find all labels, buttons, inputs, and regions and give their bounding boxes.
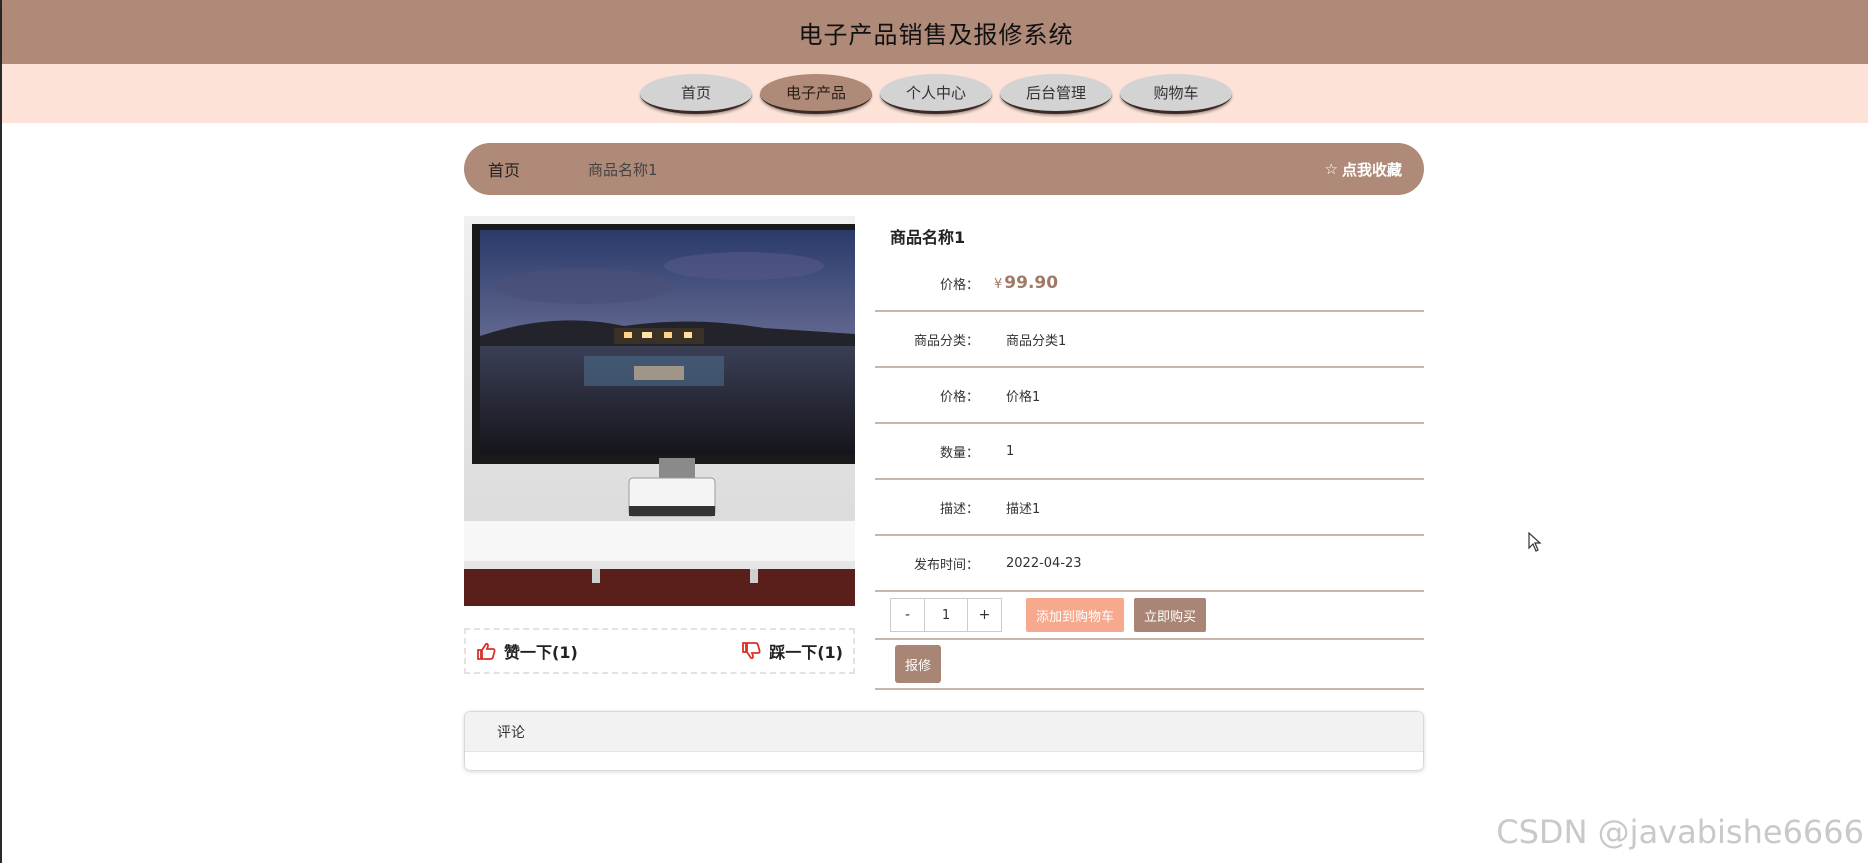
nav-item-personal-center[interactable]: 个人中心	[880, 73, 992, 114]
breadcrumb-current: 商品名称1	[588, 160, 658, 179]
decrement-button[interactable]: -	[891, 599, 924, 631]
quantity-stepper: - 1 +	[890, 598, 1002, 632]
detail-row-quantity: 数量： 1	[875, 424, 1424, 480]
price-currency: ¥	[994, 277, 1003, 292]
app-title: 电子产品销售及报修系统	[798, 20, 1074, 49]
nav-item-home[interactable]: 首页	[640, 73, 752, 114]
nav-item-products[interactable]: 电子产品	[760, 73, 872, 114]
tv-photo	[464, 216, 855, 606]
detail-value: 1	[1006, 443, 1015, 459]
breadcrumb: 首页 商品名称1 ☆ 点我收藏	[464, 143, 1424, 195]
detail-row-publish-time: 发布时间： 2022-04-23	[875, 536, 1424, 592]
nav-item-cart[interactable]: 购物车	[1120, 73, 1232, 114]
repair-actions: 报修	[875, 640, 1424, 690]
like-button[interactable]: 赞一下(1)	[476, 639, 578, 663]
thumbs-up-icon	[477, 642, 496, 660]
repair-button[interactable]: 报修	[895, 645, 941, 683]
detail-label: 发布时间：	[913, 557, 979, 573]
dislike-button[interactable]: 踩一下(1)	[741, 639, 843, 663]
detail-value: 价格1	[1006, 389, 1041, 405]
detail-label: 描述：	[939, 501, 979, 517]
favorite-button[interactable]: ☆ 点我收藏	[1325, 159, 1402, 180]
detail-row-description: 描述： 描述1	[875, 480, 1424, 536]
favorite-label: 点我收藏	[1341, 160, 1402, 179]
main-nav: 首页 电子产品 个人中心 后台管理 购物车	[2, 64, 1868, 123]
detail-value: 描述1	[1006, 501, 1041, 517]
product-image	[464, 216, 855, 606]
star-icon: ☆	[1324, 160, 1338, 178]
comments-panel: 评论	[464, 711, 1424, 771]
watermark: CSDN @javabishe6666	[1496, 813, 1864, 851]
price-row: 价格： ¥99.90	[875, 256, 1424, 312]
quantity-input[interactable]: 1	[924, 599, 968, 631]
mouse-cursor-icon	[1528, 531, 1542, 556]
page-header: 电子产品销售及报修系统	[2, 0, 1868, 64]
product-name: 商品名称1	[890, 228, 966, 247]
like-label: 赞一下(1)	[504, 643, 578, 662]
add-to-cart-button[interactable]: 添加到购物车	[1026, 598, 1125, 632]
increment-button[interactable]: +	[968, 599, 1001, 631]
product-info: 商品名称1 价格： ¥99.90 商品分类： 商品分类1 价格： 价格1 数量：…	[875, 216, 1424, 690]
comments-title: 评论	[465, 712, 1423, 752]
vote-panel: 赞一下(1) 踩一下(1)	[464, 628, 855, 674]
nav-item-admin[interactable]: 后台管理	[1000, 73, 1112, 114]
detail-label: 价格：	[939, 389, 979, 405]
detail-row-category: 商品分类： 商品分类1	[875, 312, 1424, 368]
detail-label: 数量：	[939, 445, 979, 461]
detail-value: 商品分类1	[1006, 333, 1067, 349]
buy-now-button[interactable]: 立即购买	[1134, 598, 1207, 632]
price-display: ¥99.90	[994, 273, 1058, 293]
price-value: 99.90	[1004, 273, 1059, 293]
detail-label: 商品分类：	[913, 333, 979, 349]
breadcrumb-home-link[interactable]: 首页	[488, 157, 520, 181]
purchase-actions: - 1 + 添加到购物车 立即购买	[875, 592, 1424, 640]
detail-row-price: 价格： 价格1	[875, 368, 1424, 424]
detail-value: 2022-04-23	[1006, 555, 1082, 571]
thumbs-down-icon	[742, 642, 761, 660]
price-label: 价格：	[939, 277, 979, 293]
dislike-label: 踩一下(1)	[769, 643, 843, 662]
